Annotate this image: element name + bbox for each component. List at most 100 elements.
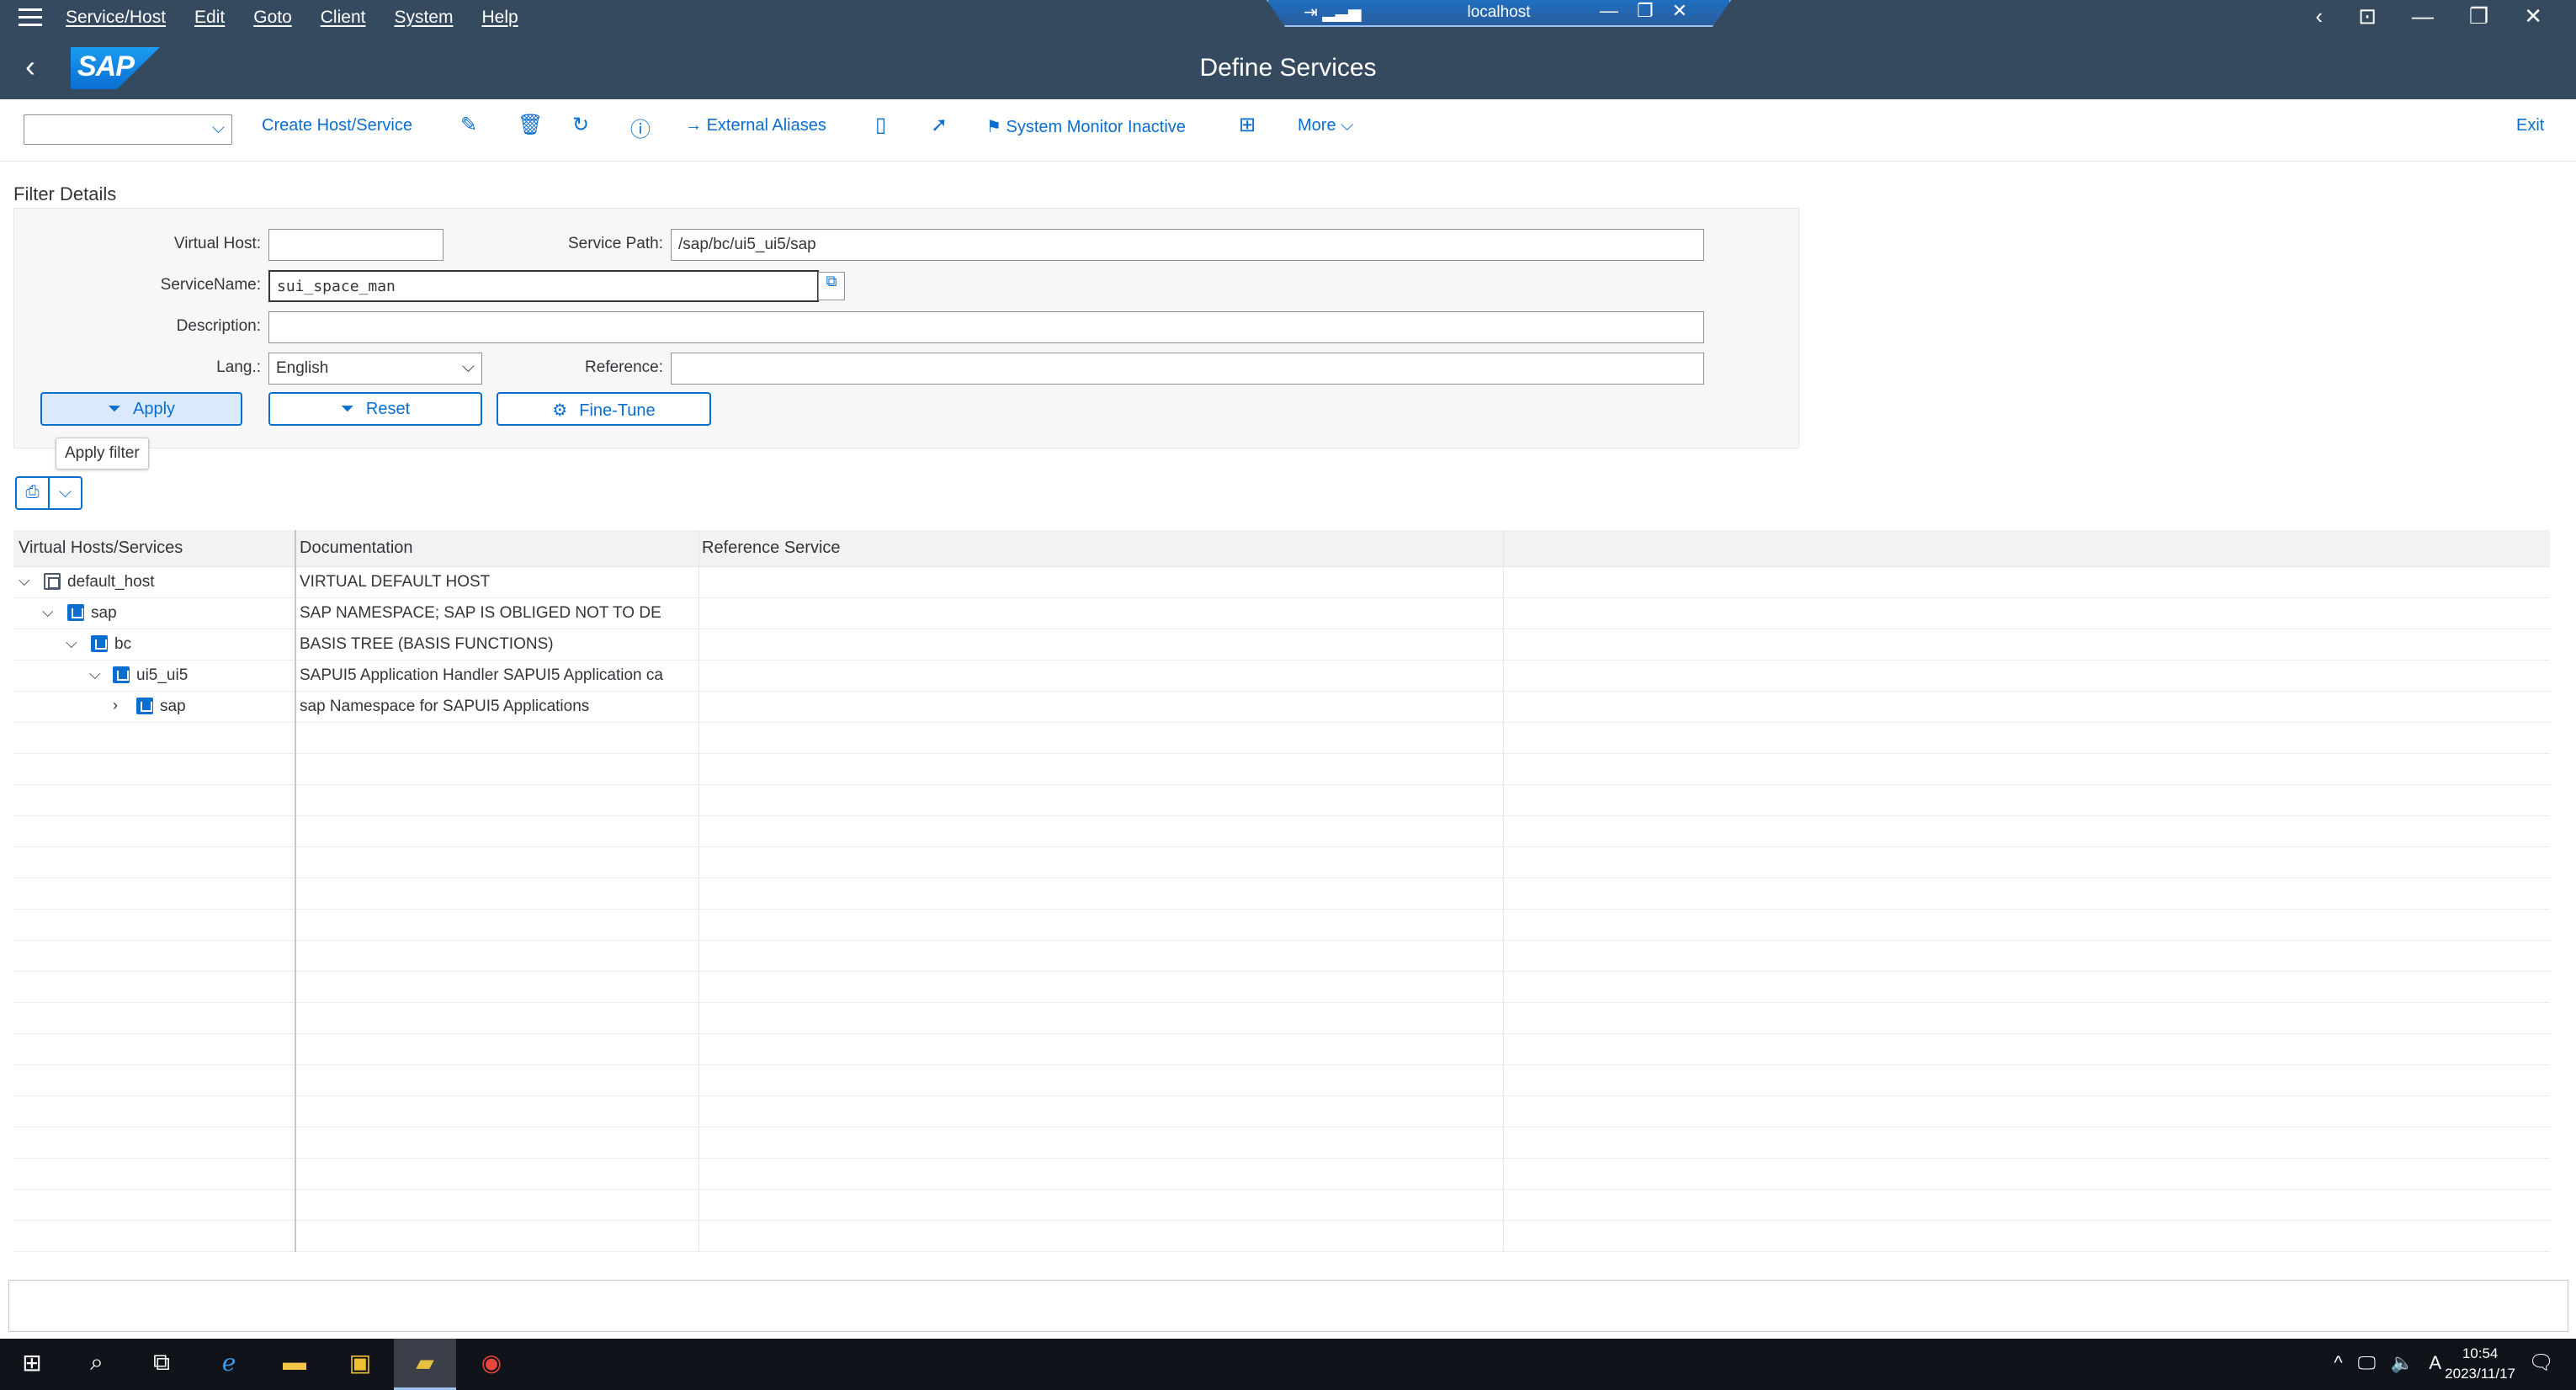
menu-bar: Service/Host Edit Goto Client System Hel… (0, 0, 2576, 37)
clock[interactable]: 10:54 2023/11/17 (2445, 1344, 2515, 1384)
node-name: sap (91, 604, 117, 622)
empty-row (13, 1003, 2550, 1034)
connection-close-icon[interactable]: ✕ (1672, 0, 1687, 22)
empty-row (13, 1096, 2550, 1127)
menu-client[interactable]: Client (321, 8, 366, 28)
create-host-service-button[interactable]: Create Host/Service (262, 116, 412, 135)
connection-minimize-icon[interactable]: — (1600, 0, 1618, 22)
empty-row (13, 878, 2550, 910)
search-icon[interactable]: ⌕ (80, 1349, 114, 1379)
chevron-up-icon[interactable]: ^ (2334, 1352, 2342, 1374)
host-node-icon (44, 573, 61, 590)
node-name: ui5_ui5 (136, 666, 189, 684)
service-name-input[interactable]: sui_space_man (268, 270, 819, 302)
tree-row[interactable]: ⌵ bc BASIS TREE (BASIS FUNCTIONS) (13, 629, 2550, 661)
empty-row (13, 785, 2550, 816)
window-minimize-icon[interactable]: — (2412, 3, 2434, 29)
chevron-down-icon[interactable]: ⌵ (89, 666, 101, 683)
reference-input[interactable] (671, 353, 1704, 385)
hierarchy-icon[interactable]: ⊞ (1239, 113, 1256, 137)
exit-button[interactable]: Exit (2516, 116, 2544, 135)
ime-indicator[interactable]: A (2429, 1352, 2441, 1374)
unlock-icon[interactable]: ⊡ (2358, 3, 2377, 29)
delete-icon[interactable]: 🗑 (518, 113, 543, 137)
window-controls: ‹ ⊡ — ❐ ✕ (2315, 3, 2542, 29)
virtual-host-input[interactable] (268, 229, 443, 261)
menu-goto[interactable]: Goto (253, 8, 292, 28)
system-monitor-button[interactable]: ⚑ System Monitor Inactive (986, 116, 1186, 137)
service-path-input[interactable]: /sap/bc/ui5_ui5/sap (671, 229, 1704, 261)
shell-header: ‹ SAP Define Services (0, 37, 2576, 99)
window-close-icon[interactable]: ✕ (2524, 3, 2542, 29)
arrow-right-icon: → (685, 116, 707, 135)
chevron-right-icon[interactable]: › (113, 697, 118, 714)
lang-select[interactable]: English ⌵ (268, 353, 482, 385)
chevron-down-icon[interactable]: ⌵ (42, 603, 54, 621)
value-help-icon[interactable]: ⧉ (818, 272, 845, 300)
internet-explorer-icon[interactable]: ℯ (212, 1349, 246, 1379)
empty-row (13, 1065, 2550, 1096)
tree-row[interactable]: ⌵ sap SAP NAMESPACE; SAP IS OBLIGED NOT … (13, 598, 2550, 629)
sap-logon-icon[interactable]: ▣ (343, 1349, 377, 1379)
menu-system[interactable]: System (394, 8, 453, 28)
filter-details-title: Filter Details (13, 183, 117, 204)
tree-row[interactable]: ⌵ ui5_ui5 SAPUI5 Application Handler SAP… (13, 661, 2550, 692)
tree-row[interactable]: ⌵ default_host VIRTUAL DEFAULT HOST (13, 567, 2550, 598)
chrome-icon[interactable]: ◉ (475, 1349, 508, 1379)
column-header-hosts[interactable]: Virtual Hosts/Services (19, 538, 183, 558)
hamburger-menu-icon[interactable] (19, 8, 42, 29)
external-aliases-button[interactable]: → External Aliases (685, 116, 826, 135)
apply-button[interactable]: ⏷ Apply (40, 392, 242, 426)
page-title: Define Services (1199, 54, 1377, 82)
system-monitor-label: System Monitor Inactive (1006, 118, 1186, 136)
chevron-down-icon[interactable]: ⌵ (19, 572, 30, 590)
node-documentation: SAP NAMESPACE; SAP IS OBLIGED NOT TO DE (300, 604, 661, 622)
wrench-icon[interactable]: ➚ (931, 113, 948, 137)
tree-header: Virtual Hosts/Services Documentation Ref… (13, 530, 2550, 567)
service-node-icon (113, 666, 130, 683)
tree-row[interactable]: › sap sap Namespace for SAPUI5 Applicati… (13, 692, 2550, 723)
chevron-down-icon[interactable]: ⌵ (50, 478, 81, 508)
menu-service-host[interactable]: Service/Host (66, 8, 166, 28)
lang-label: Lang.: (216, 358, 261, 376)
print-icon[interactable]: ⎙ (17, 478, 50, 508)
service-node-icon (67, 604, 84, 621)
notification-icon[interactable]: 🗨 (2529, 1350, 2554, 1375)
service-path-label: Service Path: (568, 235, 663, 252)
network-icon[interactable]: 🖵 (2358, 1352, 2376, 1374)
task-view-icon[interactable]: ⧉ (145, 1349, 178, 1379)
column-header-reference[interactable]: Reference Service (702, 538, 841, 558)
empty-row (13, 816, 2550, 847)
back-nav-icon[interactable]: ‹ (2315, 3, 2323, 29)
description-input[interactable] (268, 311, 1704, 343)
empty-row (13, 972, 2550, 1003)
flag-icon: ⚑ (986, 118, 1006, 136)
window-maximize-icon[interactable]: ❐ (2469, 3, 2488, 29)
empty-row (13, 941, 2550, 972)
empty-row (13, 1159, 2550, 1190)
volume-icon[interactable]: 🔈 (2391, 1352, 2414, 1374)
menu-help[interactable]: Help (481, 8, 518, 28)
column-header-documentation[interactable]: Documentation (300, 538, 413, 558)
edit-icon[interactable]: ✎ (460, 113, 477, 137)
document-icon[interactable]: ▯ (875, 113, 886, 137)
file-explorer-icon[interactable]: ▬ (278, 1349, 311, 1379)
menu-edit[interactable]: Edit (194, 8, 225, 28)
refresh-icon[interactable]: ↻ (572, 113, 589, 137)
windows-start-icon[interactable]: ⊞ (15, 1349, 49, 1379)
clock-date: 2023/11/17 (2445, 1366, 2515, 1382)
variant-select[interactable]: ⌵ (24, 114, 232, 145)
fine-tune-button[interactable]: ⚙ Fine-Tune (497, 392, 711, 426)
reset-button[interactable]: ⏷ Reset (268, 392, 482, 426)
chevron-down-icon[interactable]: ⌵ (66, 634, 77, 652)
connection-restore-icon[interactable]: ❐ (1637, 0, 1654, 22)
description-label: Description: (176, 317, 261, 335)
column-divider[interactable] (698, 530, 699, 1252)
column-divider[interactable] (295, 530, 296, 1252)
more-button[interactable]: More ⌵ (1298, 116, 1353, 135)
empty-row (13, 910, 2550, 941)
empty-row (13, 1221, 2550, 1252)
info-icon[interactable]: ⓘ (630, 113, 651, 142)
sap-gui-icon[interactable]: ▰ (394, 1339, 456, 1390)
column-divider[interactable] (1503, 530, 1504, 1252)
